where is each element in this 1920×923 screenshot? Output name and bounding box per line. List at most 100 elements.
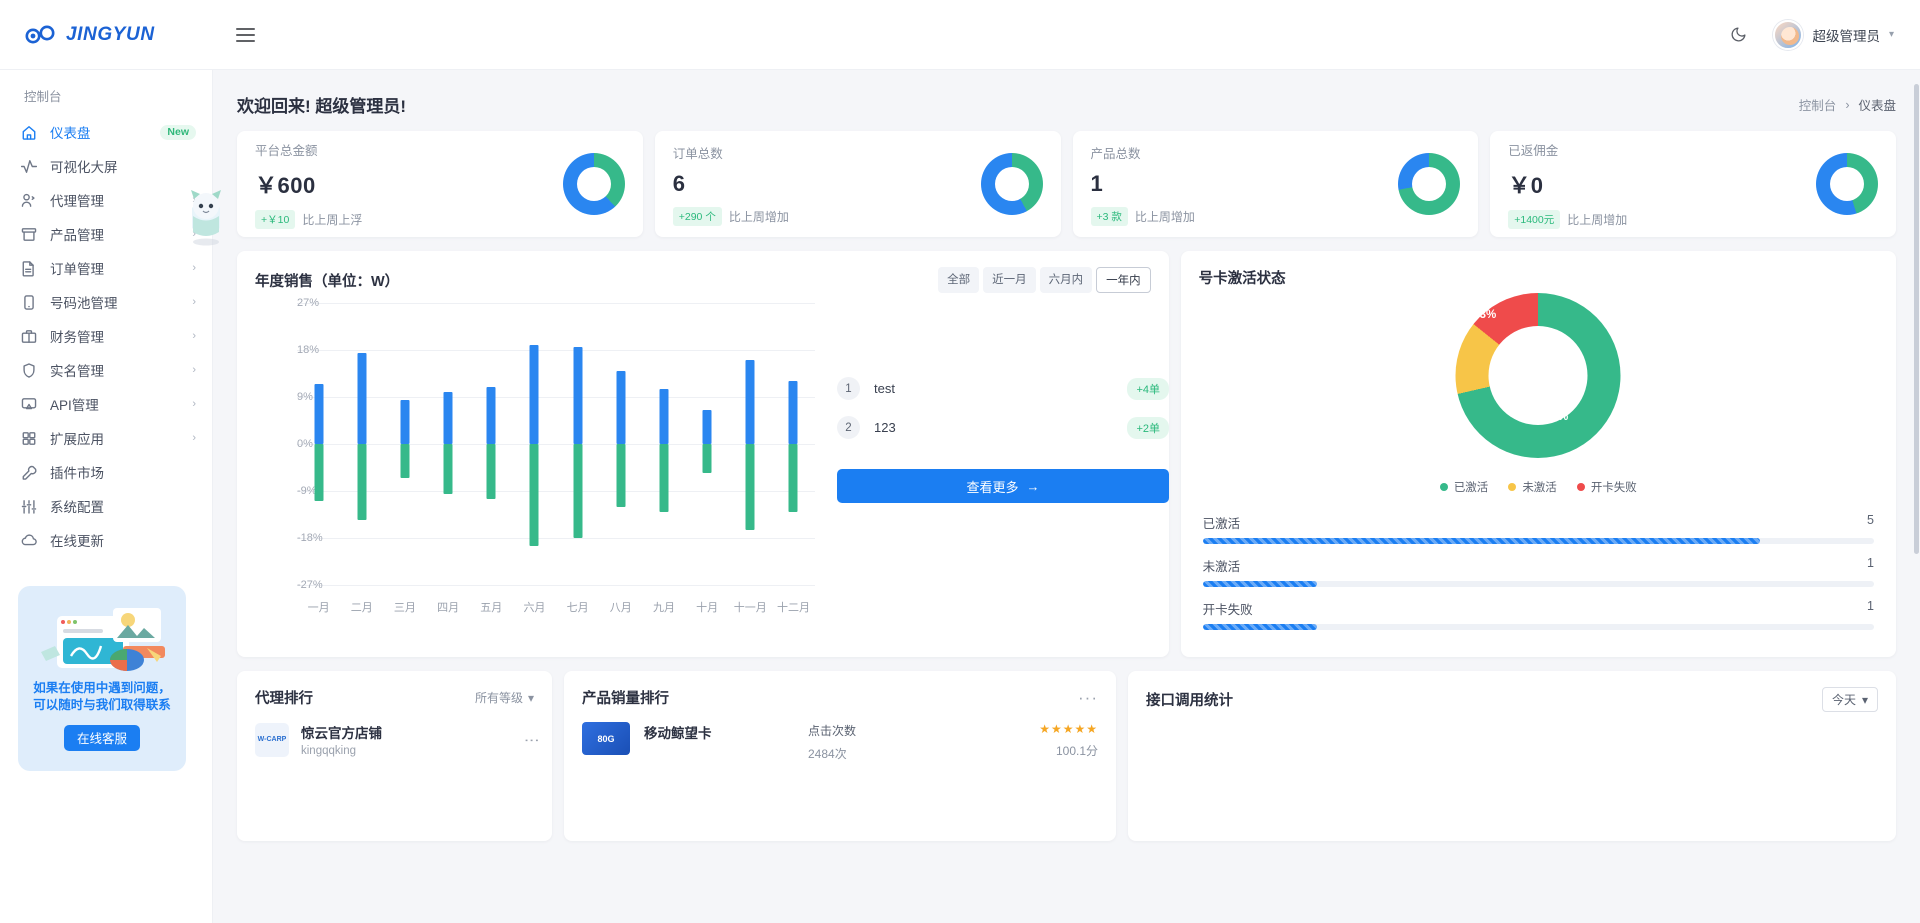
sidebar-item-7[interactable]: 财务管理 › — [0, 319, 212, 353]
sidebar-item-8[interactable]: 实名管理 › — [0, 353, 212, 387]
sliders-icon — [20, 497, 38, 515]
moon-dark-mode-icon[interactable] — [1721, 18, 1755, 52]
view-more-button[interactable]: 查看更多 → — [837, 469, 1169, 503]
bar-negative — [788, 444, 798, 512]
bar-group-8 — [599, 303, 642, 585]
card-activation-status: 号卡激活状态 14.3% 14.3% 71.4% 已激活 未激活 开卡失败 已激… — [1180, 251, 1896, 657]
sidebar-item-label: API管理 — [50, 398, 99, 413]
sidebar-item-10[interactable]: 扩展应用 › — [0, 421, 212, 455]
annual-sales-title: 年度销售（单位：W） — [255, 273, 400, 290]
rank-row-2[interactable]: 2 123 +2单 — [837, 408, 1169, 447]
page-scrollbar[interactable] — [1914, 84, 1919, 554]
sidebar-item-13[interactable]: 在线更新 — [0, 523, 212, 557]
bar-negative — [443, 444, 453, 494]
rank-number: 1 — [837, 377, 860, 400]
sidebar-item-5[interactable]: 订单管理 › — [0, 251, 212, 285]
bar-positive — [443, 391, 453, 444]
donut-chart-icon — [1398, 153, 1461, 215]
bar-positive — [616, 370, 626, 444]
card-api-stats: 接口调用统计 今天 ▾ — [1128, 671, 1896, 841]
online-support-button[interactable]: 在线客服 — [64, 724, 140, 751]
tab-3[interactable]: 六月内 — [1039, 267, 1093, 293]
sidebar-nav: 仪表盘 New 可视化大屏 代理管理 › 产品管理 › 订单管理 › 号码池管理 › 财务管理 › 实名管… — [0, 115, 212, 557]
product-metric-value: 2484次 — [808, 747, 847, 761]
stat-delta-badge: +￥10 — [255, 209, 296, 229]
bar-group-9 — [642, 303, 685, 585]
rank-delta-badge: +4单 — [1127, 377, 1169, 400]
annual-sales-header: 年度销售（单位：W） 全部 近一月 六月内 一年内 — [237, 251, 1169, 293]
user-menu[interactable]: 超级管理员 ▾ — [1773, 19, 1894, 50]
home-icon — [20, 123, 38, 141]
activation-title: 号卡激活状态 — [1198, 271, 1286, 287]
progress-label: 未激活 — [1202, 560, 1241, 574]
stat-title: 已返佣金 — [1508, 143, 1559, 158]
api-stats-header: 接口调用统计 今天 ▾ — [1128, 671, 1896, 712]
sidebar-item-1[interactable]: 仪表盘 New — [0, 115, 212, 149]
breadcrumb-item-1: 仪表盘 — [1858, 99, 1896, 113]
bar-group-10 — [686, 303, 729, 585]
more-vertical-icon[interactable]: ⋮ — [523, 733, 540, 746]
bar-series — [297, 303, 815, 585]
legend-color-dot — [1439, 483, 1448, 491]
rank-row-1[interactable]: 1 test +4单 — [837, 369, 1169, 408]
progress-track — [1202, 581, 1874, 587]
legend-label: 未激活 — [1522, 482, 1557, 494]
stat-title: 平台总金额 — [255, 143, 318, 158]
page-title: 欢迎回来! 超级管理员! — [237, 97, 407, 116]
bar-group-1 — [297, 303, 340, 585]
bar-negative — [357, 444, 367, 520]
stat-cards: 平台总金额 ￥600 +￥10 比上周上浮 订单总数 6 +290 个 比上周增… — [213, 131, 1920, 237]
rank-delta-badge: +2单 — [1127, 416, 1169, 439]
activation-progress-list: 已激活 5 未激活 1 开卡失败 1 — [1202, 513, 1874, 642]
legend-item-3[interactable]: 开卡失败 — [1576, 479, 1637, 495]
sidebar-header: 控制台 — [24, 90, 62, 104]
bar-negative — [529, 444, 539, 546]
sidebar-item-9[interactable]: API管理 › — [0, 387, 212, 421]
sidebar-item-label: 实名管理 — [50, 364, 104, 379]
sidebar-item-label: 扩展应用 — [50, 432, 104, 447]
brand-logo[interactable]: JINGYUN — [0, 24, 213, 46]
bar-positive — [400, 399, 410, 444]
progress-fill — [1202, 624, 1317, 630]
stat-card-1: 平台总金额 ￥600 +￥10 比上周上浮 — [237, 131, 643, 237]
x-tick-label: 十一月 — [733, 602, 767, 614]
bar-group-2 — [340, 303, 383, 585]
donut-chart-icon — [562, 153, 625, 215]
avatar — [1773, 19, 1804, 50]
activation-legend: 已激活 未激活 开卡失败 — [1181, 479, 1896, 495]
tab-1[interactable]: 全部 — [938, 267, 980, 293]
main-content: 欢迎回来! 超级管理员! 控制台 › 仪表盘 平台总金额 ￥600 +￥10 比… — [213, 70, 1920, 923]
briefcase-icon — [20, 327, 38, 345]
agent-rank-row[interactable]: W-CARP 惊云官方店铺 kingqqking ⋮ — [237, 708, 552, 757]
help-card: 如果在使用中遇到问题，可以随时与我们取得联系 在线客服 — [18, 586, 186, 771]
tab-4[interactable]: 一年内 — [1096, 267, 1151, 293]
sidebar-item-6[interactable]: 号码池管理 › — [0, 285, 212, 319]
breadcrumb-item-0[interactable]: 控制台 — [1799, 95, 1837, 114]
sidebar-item-label: 插件市场 — [50, 466, 104, 481]
sidebar-item-2[interactable]: 可视化大屏 — [0, 149, 212, 183]
bar-group-11 — [729, 303, 772, 585]
view-more-label: 查看更多 — [966, 479, 1019, 495]
mascot-character-icon[interactable] — [180, 186, 232, 248]
hamburger-menu-icon[interactable] — [225, 15, 265, 55]
shield-icon — [20, 361, 38, 379]
legend-color-dot — [1508, 483, 1517, 491]
stat-card-2: 订单总数 6 +290 个 比上周增加 — [654, 131, 1061, 237]
wrench-icon — [20, 463, 38, 481]
rank-name: test — [874, 381, 895, 396]
product-rank-row[interactable]: 80G 移动鲸望卡 点击次数 2484次 ★★★★★ 100.1分 — [564, 708, 1116, 762]
tab-2[interactable]: 近一月 — [983, 267, 1036, 293]
x-tick-label: 十月 — [696, 602, 719, 614]
api-stats-range-select[interactable]: 今天 ▾ — [1821, 687, 1878, 712]
sidebar-item-label: 仪表盘 — [50, 126, 91, 141]
legend-item-2[interactable]: 未激活 — [1508, 479, 1557, 495]
card-agent-rank: 代理排行 所有等级 ▾ W-CARP 惊云官方店铺 kingqqking ⋮ — [237, 671, 552, 841]
legend-item-1[interactable]: 已激活 — [1439, 479, 1488, 495]
bar-negative — [616, 444, 626, 507]
sidebar-item-11[interactable]: 插件市场 — [0, 455, 212, 489]
sidebar-item-12[interactable]: 系统配置 — [0, 489, 212, 523]
x-tick-label: 五月 — [480, 602, 503, 614]
more-horizontal-icon[interactable]: ··· — [1078, 689, 1098, 706]
agent-level-filter[interactable]: 所有等级 ▾ — [475, 689, 534, 706]
new-badge: New — [160, 124, 196, 140]
